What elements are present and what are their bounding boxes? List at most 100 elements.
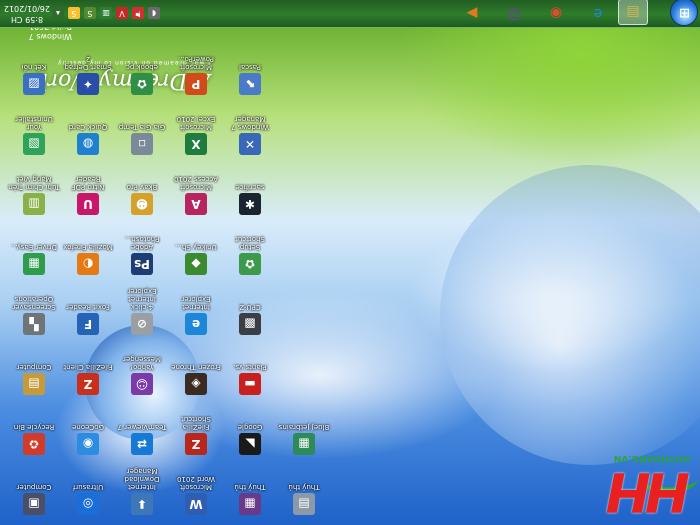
desktop-icon[interactable]: ▩ CPU-Z [224, 303, 276, 335]
desktop-app-icon: ▧ [23, 133, 45, 155]
desktop-app-icon: ◣ [239, 433, 261, 455]
desktop-icon[interactable]: X Microsoft Excel 2010 [170, 115, 222, 155]
taskbar-ie-icon[interactable]: e [584, 1, 612, 25]
desktop-icon[interactable]: ▦ BlueJ Jetbrains [278, 423, 330, 455]
tray-v-icon[interactable]: V [116, 7, 128, 19]
desktop-app-icon: ◎ [77, 493, 99, 515]
desktop-app-icon: P [185, 73, 207, 95]
desktop-icon[interactable]: ◉ GoCeone [62, 423, 114, 455]
desktop-icon[interactable]: ◎ Ultrasurf [62, 483, 114, 515]
desktop-icon-label: FileZilla Shortcut [181, 415, 211, 431]
taskbar-chrome-icon[interactable]: ◉ [542, 1, 570, 25]
desktop-icon[interactable]: ◍ Quick Card [62, 123, 114, 155]
desktop-icon[interactable]: Z FileZilla Shortcut [170, 415, 222, 455]
desktop-icon[interactable]: ▦ Driver Easy... [8, 243, 60, 275]
desktop-icon-label: BlueJ Jetbrains [278, 423, 330, 431]
desktop-app-icon: U [77, 193, 99, 215]
tray-volume-icon[interactable]: ◖ [148, 7, 160, 19]
desktop-icon[interactable]: ⇄ TeamViewer 7 [116, 423, 168, 455]
desktop-icon[interactable]: ⬇ Internet Download Manager [116, 467, 168, 515]
desktop-icon[interactable]: ▚ Screensaver Operations [8, 295, 60, 335]
desktop-icon-label: Bkav Pro [126, 183, 158, 191]
desktop-icon-label: Internet Explorer [181, 295, 211, 311]
desktop-app-icon: X [185, 133, 207, 155]
desktop-icon[interactable]: A Microsoft Access 2010 [170, 175, 222, 215]
desktop-app-icon: ⊘ [131, 313, 153, 335]
desktop-screen: A Dreamy World I was dreamed on vision t… [0, 0, 700, 525]
taskbar: ⊞ ▤ e ◉ ☺ ▶ ◖ ⚑ V ▥ S S ▴ 8:59 CH 26/01/2012 [0, 0, 700, 28]
desktop-icon[interactable]: e Internet Explorer [170, 295, 222, 335]
desktop-app-icon: ☻ [131, 193, 153, 215]
desktop-icon-label: Frozen Throne [171, 363, 221, 371]
desktop-icon[interactable]: ▥ Tuhi Chim Trên Mạng Việt [8, 175, 60, 215]
taskbar-explorer-icon[interactable]: ▤ [618, 0, 648, 25]
tray-s2-icon[interactable]: S [68, 7, 80, 19]
taskbar-media-icon[interactable]: ▶ [458, 1, 486, 25]
system-tray: ◖ ⚑ V ▥ S S ▴ 8:59 CH 26/01/2012 [0, 0, 164, 27]
desktop-icon[interactable]: Ps Adobe Photosh... [116, 235, 168, 275]
desktop-icon[interactable]: ▨ Kết nối [8, 63, 60, 95]
desktop-icon[interactable]: Z FileZilla Client [62, 363, 114, 395]
desktop-icon[interactable]: ♻ Recycle Bin [8, 423, 60, 455]
desktop-icon-label: Smart Defrag 2 [64, 55, 112, 71]
desktop-icon-label: Internet Download Manager [124, 467, 160, 491]
desktop-app-icon: ◆ [185, 253, 207, 275]
desktop-icon[interactable]: ▤ Thuỷ thủ [278, 483, 330, 515]
tray-clock[interactable]: 8:59 CH 26/01/2012 [4, 3, 50, 25]
desktop-icon[interactable]: P Microsoft PowerPo... [170, 55, 222, 95]
desktop-icon[interactable]: U Nitro PDF Reader [62, 175, 114, 215]
desktop-icon-label: TeamViewer 7 [117, 423, 167, 431]
desktop-icon[interactable]: ◈ Frozen Throne [170, 363, 222, 395]
desktop-icon-label: Your Uninstaller [15, 115, 53, 131]
desktop-app-icon: ▦ [239, 493, 261, 515]
desktop-icon-label: Google [237, 423, 263, 431]
desktop-app-icon: ◐ [77, 253, 99, 275]
desktop-icon[interactable]: ☺ Yahoo! Messenger [116, 355, 168, 395]
desktop-app-icon: ▨ [23, 73, 45, 95]
desktop-icon[interactable]: ▫ Gia Gia Temp [116, 123, 168, 155]
desktop-icon[interactable]: ✿ ebook pc [116, 63, 168, 95]
desktop-icon[interactable]: ▤ Computer [8, 363, 60, 395]
windows-logo-icon: ⊞ [679, 5, 690, 20]
tray-s1-icon[interactable]: S [84, 7, 96, 19]
desktop-icon[interactable]: ◆ Unikey Sh... [170, 243, 222, 275]
desktop-app-icon: ▬ [239, 373, 261, 395]
desktop-icon[interactable]: ▬ Plants vs. [224, 363, 276, 395]
tray-flag-icon[interactable]: ⚑ [132, 7, 144, 19]
desktop-icon[interactable]: ☻ Bkav Pro [116, 183, 168, 215]
desktop-icon[interactable]: ◣ Google [224, 423, 276, 455]
desktop-icon[interactable]: ▧ Your Uninstaller [8, 115, 60, 155]
desktop-icon[interactable]: ⬉ Pascal [224, 63, 276, 95]
desktop-app-icon: e [185, 313, 207, 335]
tray-network-icon[interactable]: ▥ [100, 7, 112, 19]
desktop-icon[interactable]: ▣ Computer [8, 483, 60, 515]
desktop-app-icon: Ps [131, 253, 153, 275]
wallpaper-planet-large [440, 165, 700, 465]
watermark-url: HUYHOANG.VN [613, 453, 690, 463]
desktop-app-icon: ⬇ [131, 493, 153, 515]
desktop-icon[interactable]: ✦ Smart Defrag 2 [62, 55, 114, 95]
desktop-icon[interactable]: ▦ Thuỷ thủ [224, 483, 276, 515]
desktop-icon[interactable]: F Foxit Reader [62, 303, 114, 335]
desktop-app-icon: A [185, 193, 207, 215]
clock-date: 26/01/2012 [3, 4, 50, 13]
desktop-icon[interactable]: ✱ sacrifice [224, 183, 276, 215]
tray-chevron-icon[interactable]: ▴ [52, 7, 64, 19]
desktop-icon-label: Windows 7 Manager [231, 115, 269, 131]
desktop-icon-label: Thuỷ thủ [288, 483, 320, 491]
desktop-icon[interactable]: ✕ Windows 7 Manager [224, 115, 276, 155]
desktop-icon[interactable]: ⊘ 4 click Internet Explorer [116, 287, 168, 335]
desktop-app-icon: W [185, 493, 207, 515]
desktop-icon[interactable]: W Microsoft Word 2010 [170, 475, 222, 515]
desktop-app-icon: ▦ [23, 253, 45, 275]
taskbar-yahoo-icon[interactable]: ☺ [500, 1, 528, 25]
start-button[interactable]: ⊞ [670, 0, 698, 26]
desktop-icon-label: Kết nối [21, 63, 47, 71]
desktop-app-icon: Z [77, 373, 99, 395]
desktop-icon-label: FileZilla Client [63, 363, 113, 371]
desktop-icon[interactable]: ◐ Mozilla Firefox [62, 243, 114, 275]
watermark-letters: HH [611, 460, 690, 523]
desktop-icon[interactable]: ✿ Setup Shortcut [224, 235, 276, 275]
desktop-icon-label: Foxit Reader [66, 303, 110, 311]
desktop-icon-label: Nitro PDF Reader [71, 175, 105, 191]
